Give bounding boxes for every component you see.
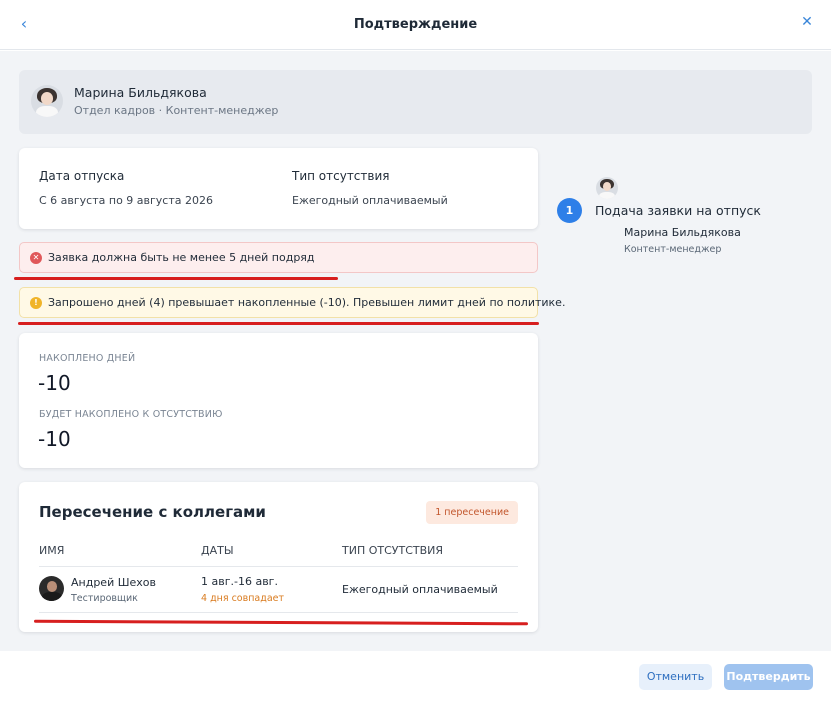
dialog-content: Марина Бильдякова Отдел кадров · Контент… [0,51,831,651]
colleague-dates: 1 авг.-16 авг. [201,575,278,588]
dialog-header: ‹ Подтверждение ✕ [0,0,831,50]
balance-card: НАКОПЛЕНО ДНЕЙ -10 БУДЕТ НАКОПЛЕНО К ОТС… [19,333,538,468]
employee-card: Марина Бильдякова Отдел кадров · Контент… [19,70,812,134]
absence-type-label: Тип отсутствия [292,169,390,183]
error-alert-text: Заявка должна быть не менее 5 дней подря… [48,251,315,264]
overlap-card: Пересечение с коллегами 1 пересечение ИМ… [19,482,538,632]
overlap-days: 4 дня совпадает [201,593,285,604]
step-person-role: Контент-менеджер [624,244,722,255]
avatar [39,576,64,601]
annotation-underline [14,277,338,280]
dialog-footer: Отменить Подтвердить [0,651,831,701]
warning-alert: ! Запрошено дней (4) превышает накопленн… [19,287,565,318]
cancel-button[interactable]: Отменить [639,664,712,690]
step-title: Подача заявки на отпуск [595,203,761,218]
step-number: 1 [557,198,582,223]
future-days-label: БУДЕТ НАКОПЛЕНО К ОТСУТСТВИЮ [39,409,223,420]
confirm-button[interactable]: Подтвердить [724,664,813,690]
request-details-card: Дата отпуска С 6 августа по 9 августа 20… [19,148,538,229]
close-icon[interactable]: ✕ [797,12,817,32]
overlap-title: Пересечение с коллегами [39,503,266,521]
colleague-absence-type: Ежегодный оплачиваемый [342,583,498,596]
column-header-name: ИМЯ [39,544,65,557]
colleague-name: Андрей Шехов [71,576,156,589]
warning-alert-text: Запрошено дней (4) превышает накопленные… [48,296,566,309]
step-person-name: Марина Бильдякова [624,226,741,239]
dialog-title: Подтверждение [353,17,478,32]
accrued-days-label: НАКОПЛЕНО ДНЕЙ [39,353,136,364]
error-icon: ✕ [30,252,42,264]
table-divider [39,612,518,613]
colleague-position: Тестировщик [71,593,138,604]
error-alert: ✕ Заявка должна быть не менее 5 дней под… [19,242,538,273]
avatar [31,85,63,117]
accrued-days-value: -10 [38,371,71,395]
vacation-date-label: Дата отпуска [39,169,125,183]
absence-type-value: Ежегодный оплачиваемый [292,194,448,207]
overlap-count-badge: 1 пересечение [426,501,518,524]
vacation-date-value: С 6 августа по 9 августа 2026 [39,194,213,207]
warning-icon: ! [30,297,42,309]
annotation-underline [18,322,539,325]
column-header-type: ТИП ОТСУТСТВИЯ [342,544,444,557]
employee-name: Марина Бильдякова [74,85,207,100]
employee-role: Отдел кадров · Контент-менеджер [74,104,279,117]
column-header-dates: ДАТЫ [201,544,234,557]
avatar [596,177,618,199]
table-divider [39,566,518,567]
future-days-value: -10 [38,427,71,451]
